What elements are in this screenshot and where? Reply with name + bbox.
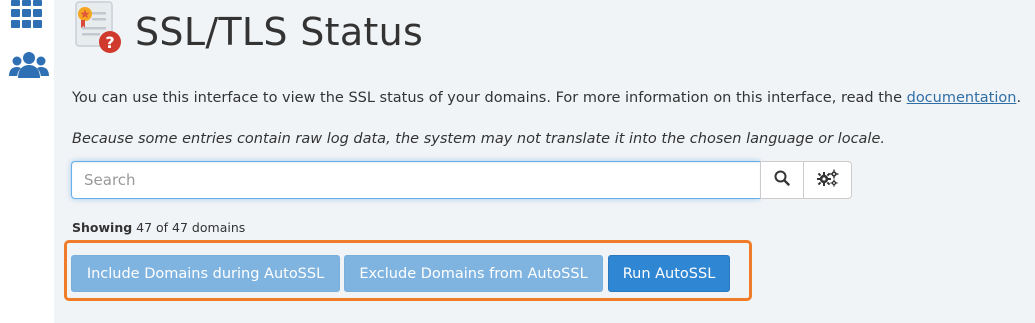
translation-notice: Because some entries contain raw log dat… — [72, 131, 885, 147]
intro-text: You can use this interface to view the S… — [72, 90, 1021, 106]
showing-label: Showing — [72, 220, 133, 235]
page-title: SSL/TLS Status — [135, 10, 424, 54]
intro-sentence: You can use this interface to view the S… — [72, 90, 907, 106]
include-domains-button[interactable]: Include Domains during AutoSSL — [71, 255, 340, 292]
svg-text:?: ? — [105, 33, 114, 52]
main-content: ? SSL/TLS Status You can use this interf… — [54, 0, 1035, 323]
sidebar — [0, 0, 54, 323]
run-autossl-button[interactable]: Run AutoSSL — [608, 255, 730, 292]
users-icon[interactable] — [9, 50, 49, 85]
results-count: Showing 47 of 47 domains — [72, 220, 245, 235]
search-button[interactable] — [760, 161, 804, 199]
search-settings-button[interactable] — [804, 161, 852, 199]
ssl-certificate-question-icon: ? — [72, 0, 126, 61]
documentation-link[interactable]: documentation — [907, 90, 1017, 106]
search-icon — [774, 170, 790, 191]
search-input[interactable] — [71, 161, 760, 199]
intro-suffix: . — [1016, 90, 1022, 106]
gears-icon — [816, 169, 839, 192]
apps-grid-icon[interactable] — [9, 0, 45, 35]
search-group — [71, 161, 852, 199]
exclude-domains-button[interactable]: Exclude Domains from AutoSSL — [344, 255, 603, 292]
showing-count: 47 of 47 domains — [136, 220, 246, 235]
